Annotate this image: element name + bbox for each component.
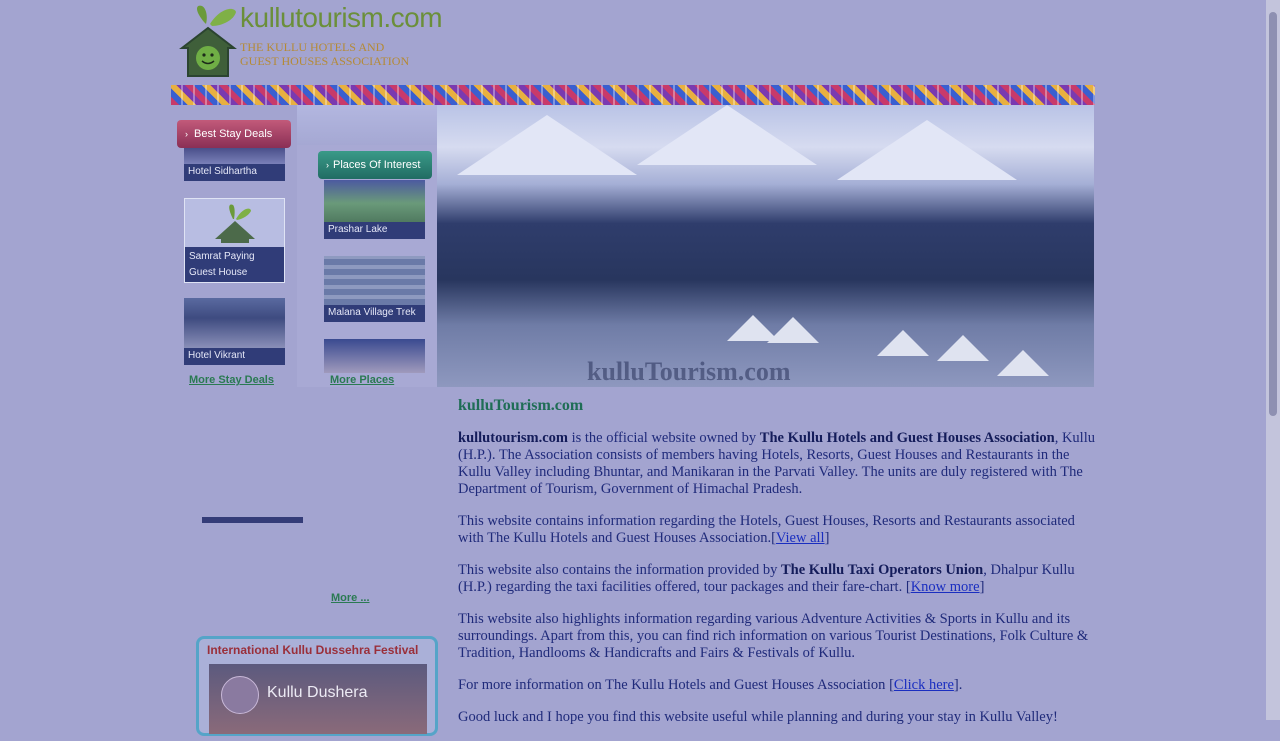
scrollbar-thumb[interactable] [1269,12,1277,416]
hotels-paragraph: This website contains information regard… [458,513,1075,546]
mountain-shape [637,105,817,165]
stay-deal-card[interactable]: Hotel Vikrant [184,298,285,365]
mountain-shape [837,120,1017,180]
tent-shape [937,335,989,361]
more-restaurants-link[interactable]: More ... [331,592,370,604]
page-scrollbar[interactable] [1266,0,1280,720]
place-card[interactable]: Malana Village Trek [324,256,425,322]
logo-tagline: THE KULLU HOTELS AND GUEST HOUSES ASSOCI… [240,40,410,68]
stay-deal-label: Hotel Sidhartha [184,164,285,181]
chevron-right-icon: › [185,129,188,139]
place-card[interactable]: Prashar Lake [324,180,425,239]
decorative-pattern-stripe [171,85,1095,105]
place-photo [324,180,425,222]
stay-deal-label: Samrat Paying Guest House [185,247,284,282]
festival-video[interactable]: Kullu Dushera [209,664,427,734]
stay-deal-card[interactable]: Samrat Paying Guest House [184,198,285,283]
video-title: Kullu Dushera [267,684,368,701]
association-info-paragraph: For more information on The Kullu Hotels… [458,677,963,693]
places-of-interest-button[interactable]: › Places Of Interest [318,151,432,179]
tent-shape [997,350,1049,376]
channel-avatar [221,676,259,714]
best-stay-deals-label: Best Stay Deals [194,128,273,140]
hero-watermark: kulluTourism.com [587,357,791,386]
festival-title: International Kullu Dussehra Festival [207,643,419,657]
places-of-interest-label: Places Of Interest [333,159,421,171]
more-places-link[interactable]: More Places [330,374,394,386]
house-leaf-icon [179,5,237,77]
place-label: Prashar Lake [324,222,425,239]
closing-paragraph: Good luck and I hope you find this websi… [458,709,1058,725]
stay-deal-label: Hotel Vikrant [184,348,285,365]
tent-shape [767,317,819,343]
more-stay-deals-link[interactable]: More Stay Deals [189,374,274,386]
place-label: Malana Village Trek [324,305,425,322]
restaurant-label-bar [202,517,303,523]
hotel-logo [185,199,284,247]
main-content: kulluTourism.com kullutourism.com is the… [458,397,1098,741]
taxi-paragraph: This website also contains the informati… [458,562,1075,595]
hotel-photo [184,148,285,164]
intro-paragraph: kullutourism.com is the official website… [458,430,1095,497]
hero-image: kulluTourism.com [437,105,1094,387]
page-title: kulluTourism.com [458,397,584,414]
tent-shape [877,330,929,356]
hotel-photo [184,298,285,348]
place-photo [324,256,425,305]
stay-deal-card[interactable]: Hotel Sidhartha [184,148,285,181]
place-photo [324,339,425,373]
view-all-link[interactable]: View all [776,530,825,546]
mountain-shape [457,115,637,175]
place-card[interactable] [324,339,425,373]
best-stay-deals-button[interactable]: › Best Stay Deals [177,120,291,148]
site-logo[interactable]: kullutourism.com THE KULLU HOTELS AND GU… [178,0,443,80]
logo-brand-text: kullutourism.com [240,2,443,33]
click-here-link[interactable]: Click here [894,677,954,693]
activities-paragraph: This website also highlights information… [458,611,1089,661]
festival-box: International Kullu Dussehra Festival Ku… [196,636,438,736]
chevron-right-icon: › [326,160,329,170]
house-leaf-icon [215,204,255,243]
places-panel-top [297,105,437,145]
know-more-link[interactable]: Know more [911,579,980,595]
